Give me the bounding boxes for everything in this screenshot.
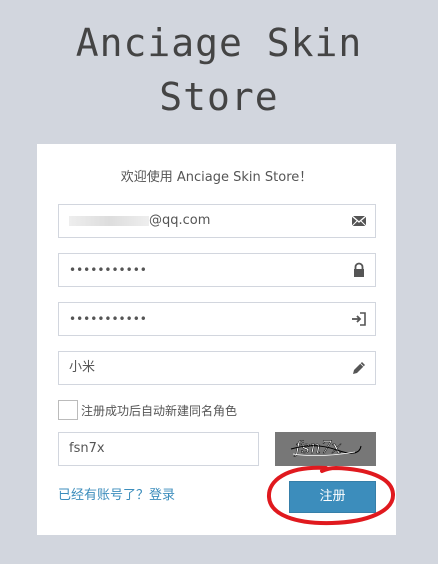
email-field[interactable]: @qq.com [58,204,376,238]
pencil-icon [353,362,365,374]
site-logo: Anciage Skin Store [0,16,438,124]
logo-line-1: Anciage Skin [75,21,363,65]
captcha-image[interactable]: fsn7x [275,432,376,466]
captcha-input-value: fsn7x [69,441,105,456]
password-confirm-field[interactable]: ••••••••••• [58,302,376,336]
nickname-value: 小米 [69,360,96,375]
password-field[interactable]: ••••••••••• [58,253,376,287]
sign-in-icon [352,312,366,326]
auto-create-role-checkbox[interactable] [58,400,78,420]
lock-icon [354,262,364,277]
auto-create-role-label: 注册成功后自动新建同名角色 [81,404,238,418]
envelope-icon [351,215,367,227]
logo-line-2: Store [159,75,279,119]
register-card: 欢迎使用 Anciage Skin Store！ @qq.com •••••••… [37,144,396,535]
welcome-message: 欢迎使用 Anciage Skin Store！ [120,170,313,185]
login-link[interactable]: 已经有账号了？登录 [58,484,175,503]
register-button[interactable]: 注册 [289,481,376,513]
password-value: ••••••••••• [69,263,147,277]
captcha-input[interactable]: fsn7x [58,432,259,466]
email-suffix: @qq.com [149,213,211,228]
password-confirm-value: ••••••••••• [69,312,147,326]
nickname-field[interactable]: 小米 [58,351,376,385]
redacted-email-part [69,215,149,226]
